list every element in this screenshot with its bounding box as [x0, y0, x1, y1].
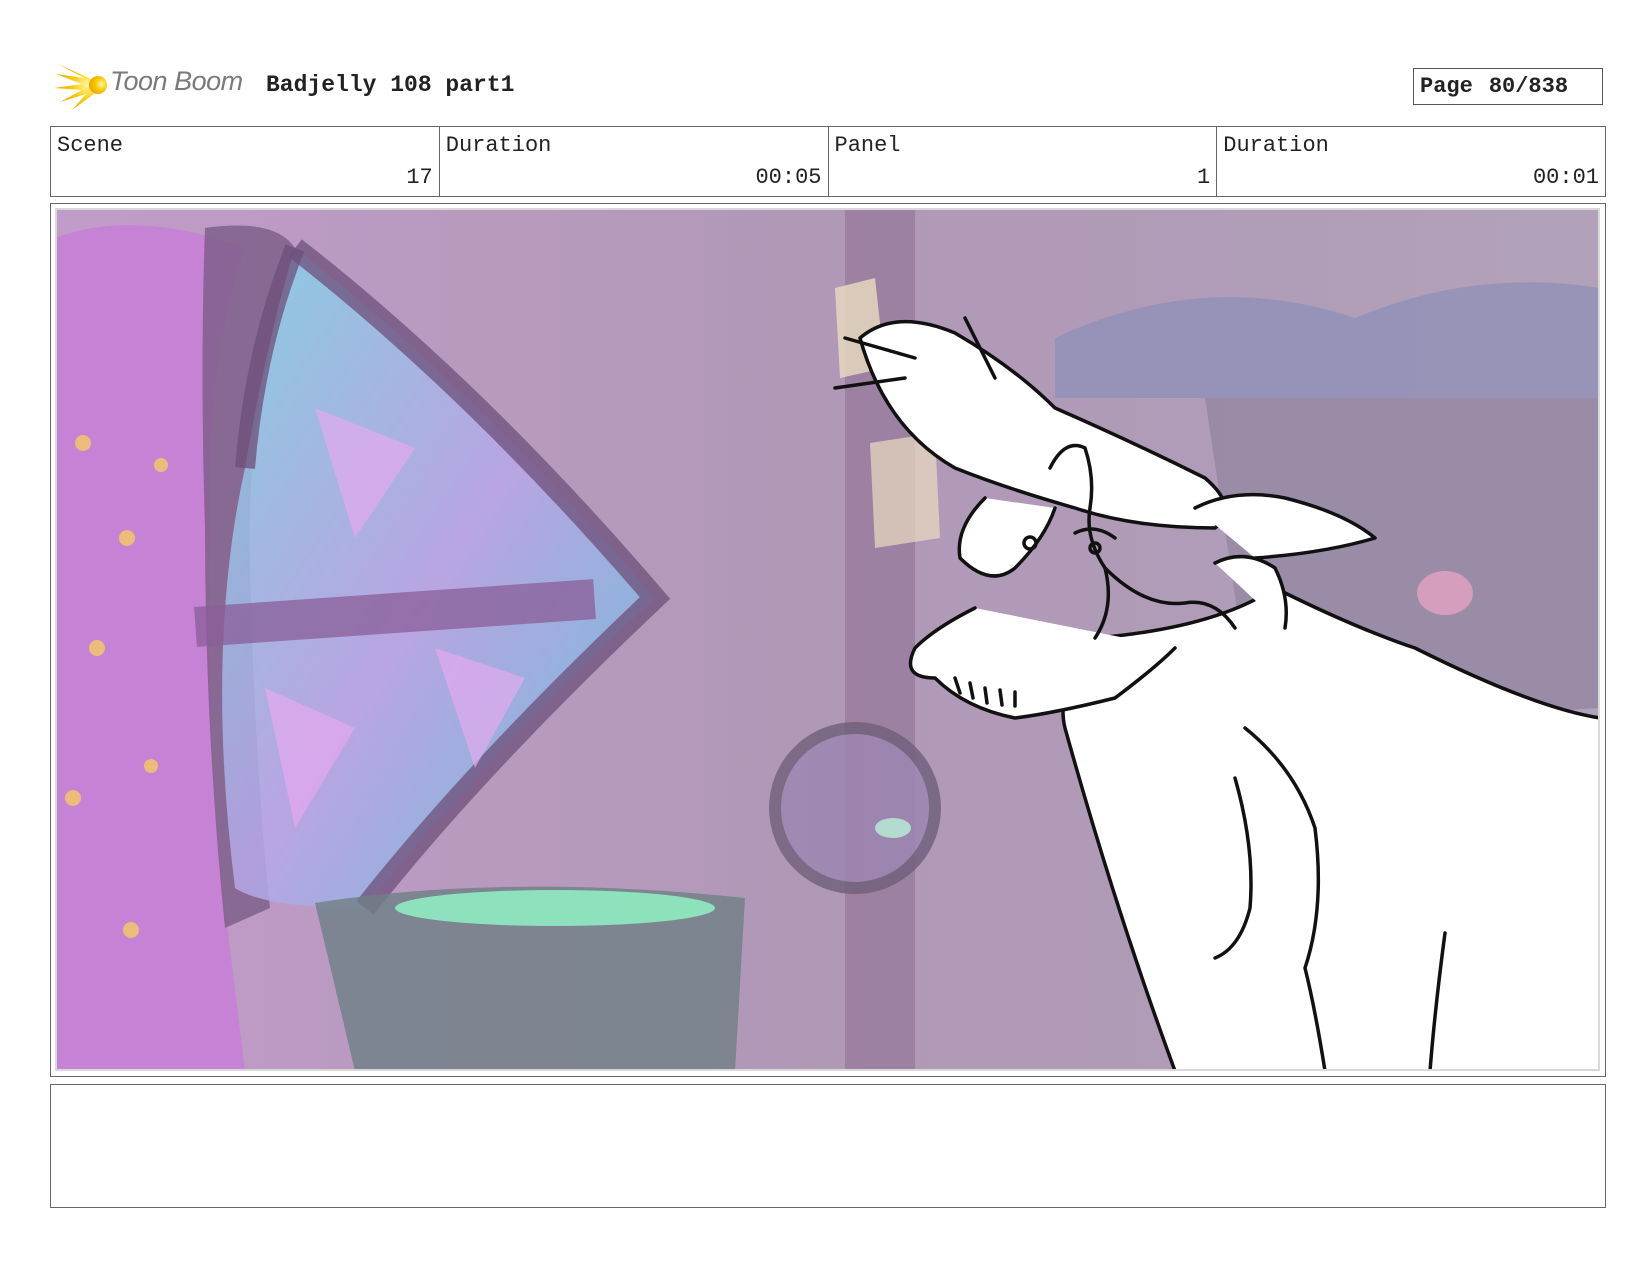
- project-title: Badjelly 108 part1: [266, 72, 515, 98]
- page-number: 80/838: [1488, 74, 1569, 99]
- scene-duration-label: Duration: [445, 133, 552, 158]
- scene-duration-cell: Duration 00:05: [440, 127, 829, 196]
- background-creature: [1417, 571, 1473, 615]
- scene-label: Scene: [57, 133, 124, 158]
- page-label: Page: [1420, 74, 1473, 99]
- panel-drawing: [55, 208, 1600, 1071]
- scene-number: 17: [406, 165, 433, 190]
- scene-duration-value: 00:05: [755, 165, 822, 190]
- page-indicator: Page 80/838: [1413, 68, 1603, 105]
- sunburst-icon: [54, 64, 107, 110]
- panel-duration-cell: Duration 00:01: [1217, 127, 1605, 196]
- storyboard-panel-image: [55, 208, 1600, 1071]
- storyboard-panel-frame: [50, 203, 1606, 1077]
- toon-boom-logo: Toon Boom: [54, 58, 250, 112]
- panel-duration-value: 00:01: [1532, 165, 1599, 190]
- panel-duration-label: Duration: [1223, 133, 1329, 158]
- round-mirror: [769, 722, 941, 894]
- panel-number: 1: [1197, 165, 1211, 190]
- panel-info-table: Scene 17 Duration 00:05 Panel 1 Duration…: [50, 126, 1606, 197]
- panel-notes-box[interactable]: [50, 1084, 1606, 1208]
- scene-cell: Scene 17: [51, 127, 440, 196]
- logo-text: Toon Boom: [110, 66, 243, 96]
- panel-label: Panel: [834, 133, 901, 158]
- panel-cell: Panel 1: [829, 127, 1218, 196]
